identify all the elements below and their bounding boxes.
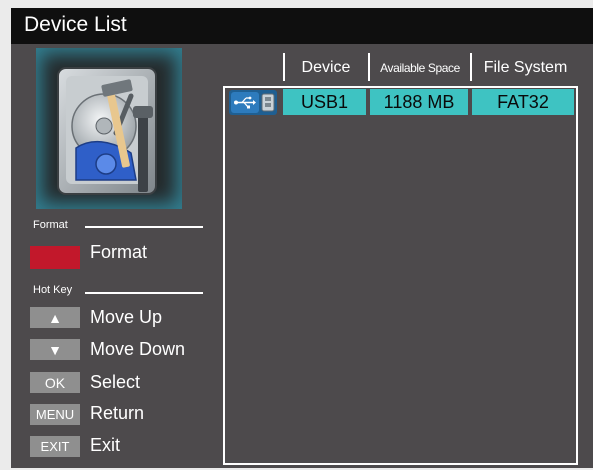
ok-key[interactable]: OK	[30, 372, 80, 393]
title-bar: Device List	[11, 8, 593, 44]
column-header-file-system: File System	[483, 59, 568, 76]
move-down-label: Move Down	[90, 339, 186, 359]
column-header-available-space: Available Space	[380, 61, 460, 75]
return-label: Return	[90, 403, 145, 423]
arrow-up-key[interactable]: ▲	[30, 307, 80, 328]
hotkey-section-label: Hot Key	[33, 284, 73, 296]
usb-drive-icon	[229, 90, 277, 115]
select-label: Select	[90, 372, 141, 392]
row-available-space: 1188 MB	[370, 89, 468, 115]
column-separator	[470, 53, 472, 81]
row-file-system: FAT32	[472, 89, 574, 115]
menu-key[interactable]: MENU	[30, 404, 80, 425]
arrow-up-icon: ▲	[48, 309, 62, 326]
exit-key[interactable]: EXIT	[30, 436, 80, 457]
format-section-label: Format	[33, 219, 68, 231]
column-separator	[283, 53, 285, 81]
format-section-divider	[85, 226, 203, 228]
row-device-name: USB1	[283, 89, 366, 115]
format-action-label: Format	[90, 242, 148, 262]
move-up-label: Move Up	[90, 307, 163, 327]
exit-label: Exit	[90, 435, 121, 455]
device-list-panel: Device List Format Format Hot Key ▲ Move…	[11, 8, 593, 468]
hotkey-section-divider	[85, 292, 203, 294]
format-red-key[interactable]	[30, 246, 80, 269]
hard-drive-icon	[36, 48, 182, 209]
device-list[interactable]	[223, 86, 578, 465]
page-title: Device List	[24, 13, 127, 36]
arrow-down-icon: ▼	[48, 341, 62, 358]
column-header-device: Device	[301, 59, 351, 76]
column-separator	[368, 53, 370, 81]
arrow-down-key[interactable]: ▼	[30, 339, 80, 360]
